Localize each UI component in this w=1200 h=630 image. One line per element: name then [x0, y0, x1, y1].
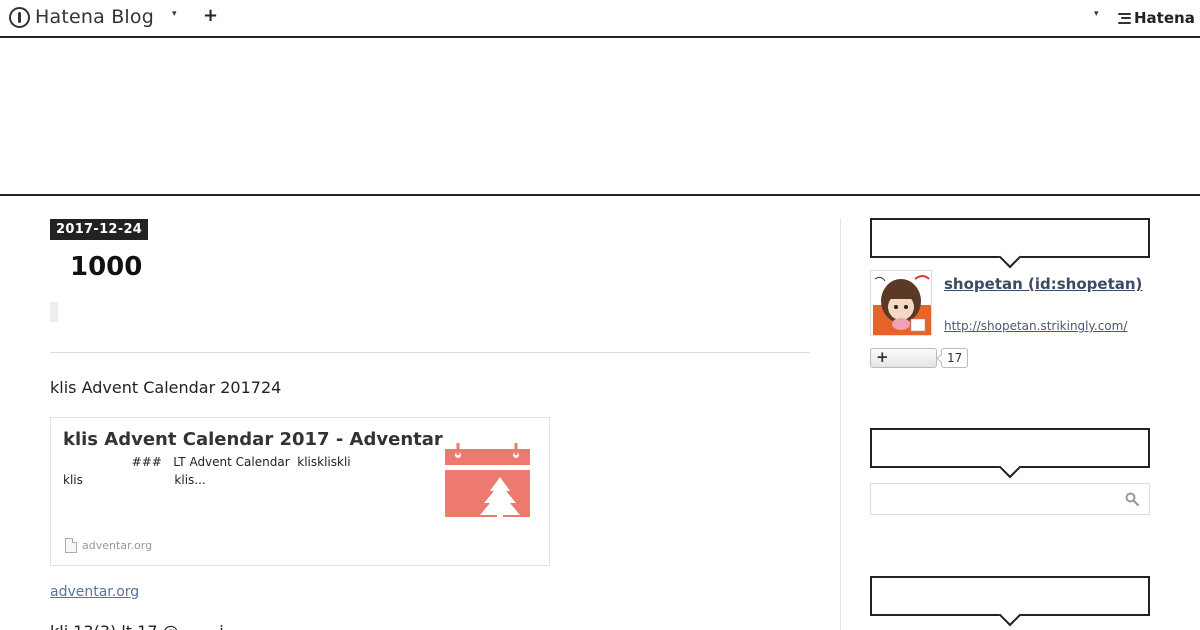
profile-url-link[interactable]: http://shopetan.strikingly.com/ [944, 319, 1127, 333]
entry-divider [50, 352, 810, 353]
embed-card-title[interactable]: klis Advent Calendar 2017 - Adventar [63, 429, 443, 450]
follower-count: 17 [941, 348, 969, 368]
account-menu-caret-icon[interactable]: ▾ [1094, 9, 1099, 19]
avatar-illustration [871, 271, 931, 335]
entry-intro-text: klis Advent Calendar 201724 [50, 378, 282, 397]
sidebar-divider [840, 218, 841, 630]
adventar-link[interactable]: adventar.org [50, 584, 139, 600]
sidebar-module-profile-header [870, 218, 1150, 258]
sidebar-module-header [870, 576, 1150, 616]
new-post-plus-icon[interactable]: + [203, 5, 218, 26]
hatena-blog-logo-icon [9, 6, 30, 28]
follow-button[interactable]: + [870, 348, 937, 368]
profile-name-link[interactable]: shopetan (id:shopetan) [944, 275, 1142, 293]
sidebar-module-search-header [870, 428, 1150, 468]
search-form [870, 483, 1150, 515]
plus-icon: + [876, 348, 889, 366]
blog-header-area [0, 38, 1200, 196]
embed-card-description-line-2: klis klis... [63, 473, 206, 487]
global-header: Hatena Blog ▾ + ▾ Hatena [0, 0, 1200, 38]
hatena-logo-link[interactable]: Hatena [1118, 9, 1195, 27]
entry-main: 2017-12-24 1000 klis Advent Calendar 201… [50, 218, 810, 630]
search-icon[interactable] [1125, 492, 1139, 506]
embed-card-source[interactable]: adventar.org [65, 538, 152, 553]
embed-card-description-line-1: ### LT Advent Calendar kliskliskli [63, 455, 351, 469]
embed-card[interactable]: klis Advent Calendar 2017 - Adventar ###… [50, 417, 550, 566]
hatena-logo-text: Hatena [1134, 9, 1195, 27]
hatena-mark-icon [1118, 12, 1131, 24]
hatena-blog-home-link[interactable]: Hatena Blog [9, 6, 154, 28]
entry-title[interactable]: 1000 [70, 252, 142, 282]
document-icon [65, 538, 77, 553]
search-input[interactable] [871, 484, 1121, 514]
embed-card-source-domain: adventar.org [82, 539, 153, 552]
brand-name: Hatena Blog [35, 6, 154, 28]
entry-category-tag[interactable] [50, 302, 58, 322]
entry-body-text: kli 13(3) lt 17 @ ...... i ... [50, 622, 244, 630]
entry-date-badge[interactable]: 2017-12-24 [50, 219, 149, 240]
blog-menu-caret-icon[interactable]: ▾ [172, 9, 177, 19]
calendar-tree-icon [445, 443, 530, 517]
avatar[interactable] [870, 270, 932, 336]
